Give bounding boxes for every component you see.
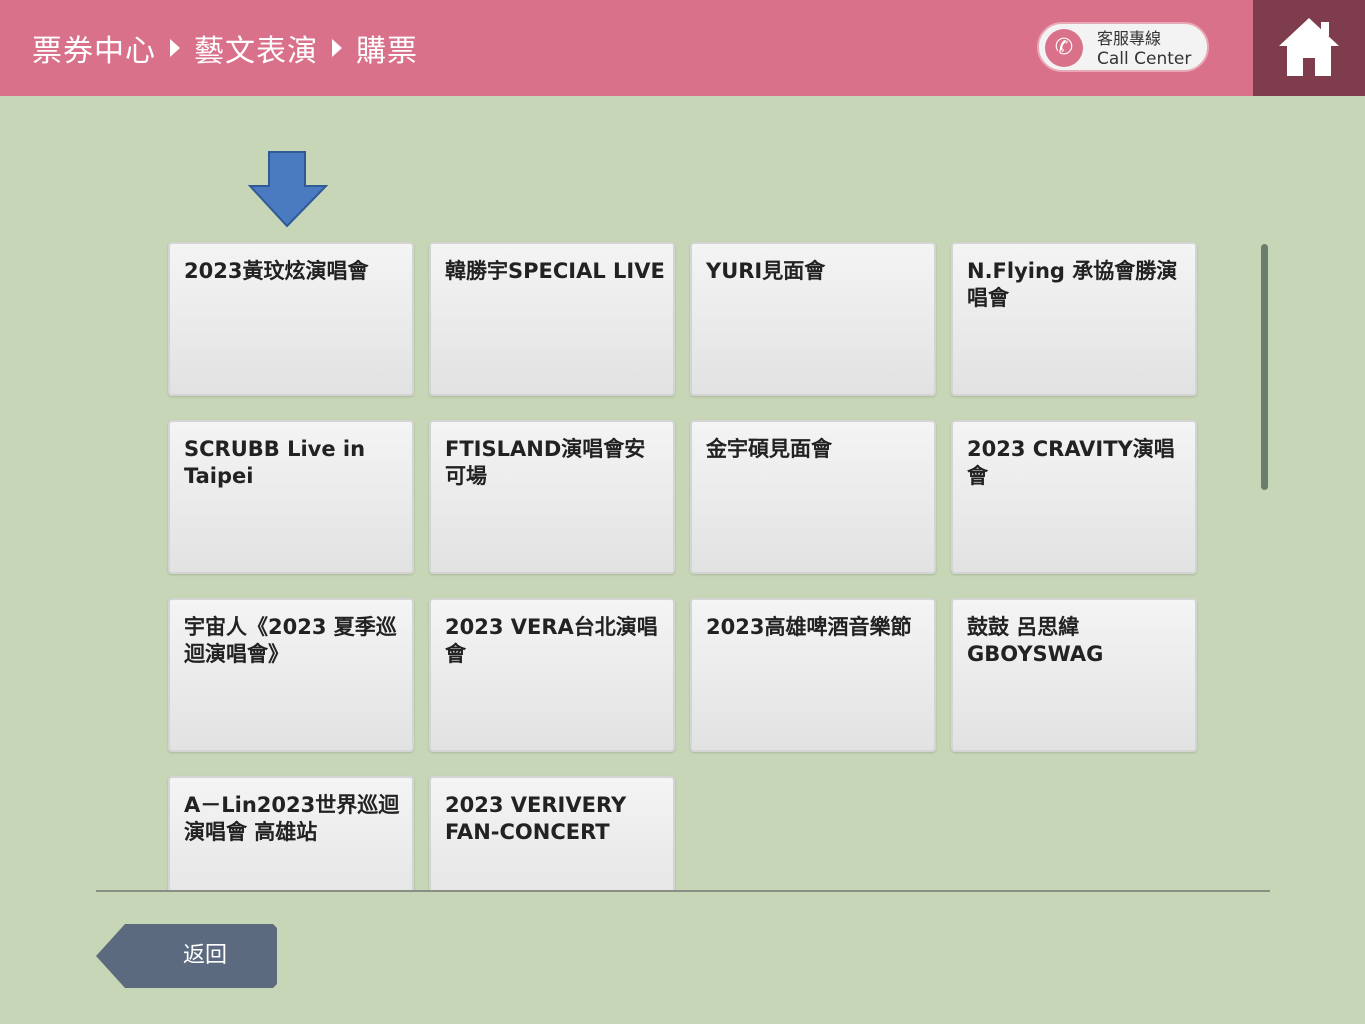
event-title: N.Flying 承協會勝演唱會	[967, 259, 1178, 310]
event-card[interactable]: SCRUBB Live in Taipei	[168, 420, 414, 574]
event-card[interactable]: 韓勝宇SPECIAL LIVE	[429, 242, 675, 396]
top-bar: 票券中心 藝文表演 購票 ✆ 客服專線 Call Center	[0, 0, 1365, 96]
phone-icon: ✆	[1045, 29, 1083, 67]
event-card[interactable]: FTISLAND演唱會安可場	[429, 420, 675, 574]
event-title: 2023 VERA台北演唱會	[445, 615, 658, 666]
back-button[interactable]: 返回	[95, 923, 278, 989]
event-title: 金宇碩見面會	[706, 437, 832, 461]
breadcrumb: 票券中心 藝文表演 購票	[32, 26, 418, 70]
call-center-label-zh: 客服專線	[1097, 29, 1162, 48]
divider	[96, 890, 1270, 892]
event-title: YURI見面會	[706, 259, 826, 283]
scrollbar[interactable]	[1261, 244, 1268, 490]
call-center-label-en: Call Center	[1097, 49, 1192, 69]
event-title: 宇宙人《2023 夏季巡迴演唱會》	[184, 615, 397, 666]
home-icon	[1279, 18, 1339, 76]
event-card[interactable]: 金宇碩見面會	[690, 420, 936, 574]
event-title: FTISLAND演唱會安可場	[445, 437, 646, 488]
event-card[interactable]: 宇宙人《2023 夏季巡迴演唱會》	[168, 598, 414, 752]
chevron-right-icon	[170, 39, 180, 57]
chevron-right-icon	[332, 39, 342, 57]
event-grid: 2023黃玟炫演唱會 韓勝宇SPECIAL LIVE YURI見面會 N.Fly…	[96, 230, 1270, 890]
breadcrumb-ticket-center[interactable]: 票券中心	[32, 26, 156, 70]
event-card[interactable]: A－Lin2023世界巡迴演唱會 高雄站	[168, 776, 414, 890]
event-card[interactable]: 2023 VERIVERY FAN-CONCERT	[429, 776, 675, 890]
event-title: 2023黃玟炫演唱會	[184, 259, 369, 283]
event-card[interactable]: N.Flying 承協會勝演唱會	[951, 242, 1197, 396]
pointer-arrow-icon	[248, 151, 328, 228]
event-title: 2023高雄啤酒音樂節	[706, 615, 912, 639]
event-card[interactable]: 2023黃玟炫演唱會	[168, 242, 414, 396]
event-title: SCRUBB Live in Taipei	[184, 437, 366, 488]
event-card[interactable]: 2023高雄啤酒音樂節	[690, 598, 936, 752]
event-title: A－Lin2023世界巡迴演唱會 高雄站	[184, 793, 400, 844]
breadcrumb-purchase: 購票	[356, 34, 418, 69]
back-button-label: 返回	[182, 943, 227, 968]
event-card[interactable]: 2023 VERA台北演唱會	[429, 598, 675, 752]
event-title: 2023 CRAVITY演唱會	[967, 437, 1175, 488]
event-title: 韓勝宇SPECIAL LIVE	[445, 259, 665, 283]
home-button[interactable]	[1253, 0, 1365, 96]
call-center-button[interactable]: ✆ 客服專線 Call Center	[1037, 22, 1209, 72]
event-card[interactable]: 鼓鼓 呂思緯 GBOYSWAG	[951, 598, 1197, 752]
event-card[interactable]: YURI見面會	[690, 242, 936, 396]
event-card[interactable]: 2023 CRAVITY演唱會	[951, 420, 1197, 574]
event-title: 2023 VERIVERY FAN-CONCERT	[445, 793, 627, 844]
breadcrumb-arts-performance[interactable]: 藝文表演	[194, 26, 318, 70]
event-title: 鼓鼓 呂思緯 GBOYSWAG	[967, 615, 1104, 666]
